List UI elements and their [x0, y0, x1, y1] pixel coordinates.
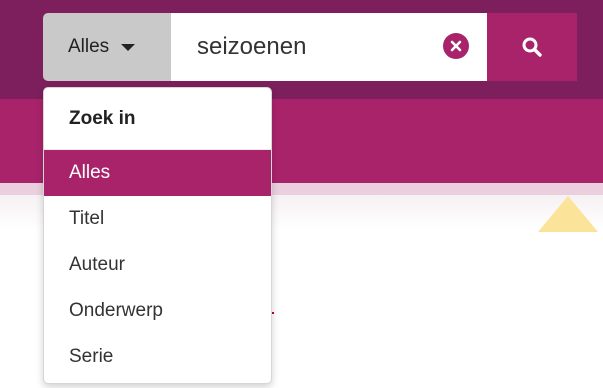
search-bar: Alles [43, 13, 577, 81]
search-submit-button[interactable] [487, 13, 577, 81]
dropdown-item-titel[interactable]: Titel [44, 196, 271, 242]
search-scope-dropdown: Zoek in Alles Titel Auteur Onderwerp Ser… [43, 87, 272, 384]
caret-down-icon [121, 43, 136, 51]
decorative-triangle [538, 196, 598, 232]
dropdown-item-alles[interactable]: Alles [44, 150, 271, 196]
close-icon [450, 40, 462, 52]
search-scope-label: Alles [68, 36, 110, 57]
search-scope-button[interactable]: Alles [43, 13, 171, 81]
dropdown-header: Zoek in [44, 88, 271, 150]
search-icon [522, 37, 542, 57]
search-input[interactable] [197, 33, 437, 61]
dropdown-item-auteur[interactable]: Auteur [44, 242, 271, 288]
search-field [171, 13, 487, 81]
clear-search-button[interactable] [443, 33, 469, 59]
background-mark [272, 312, 274, 314]
dropdown-item-serie[interactable]: Serie [44, 334, 271, 380]
dropdown-item-onderwerp[interactable]: Onderwerp [44, 288, 271, 334]
